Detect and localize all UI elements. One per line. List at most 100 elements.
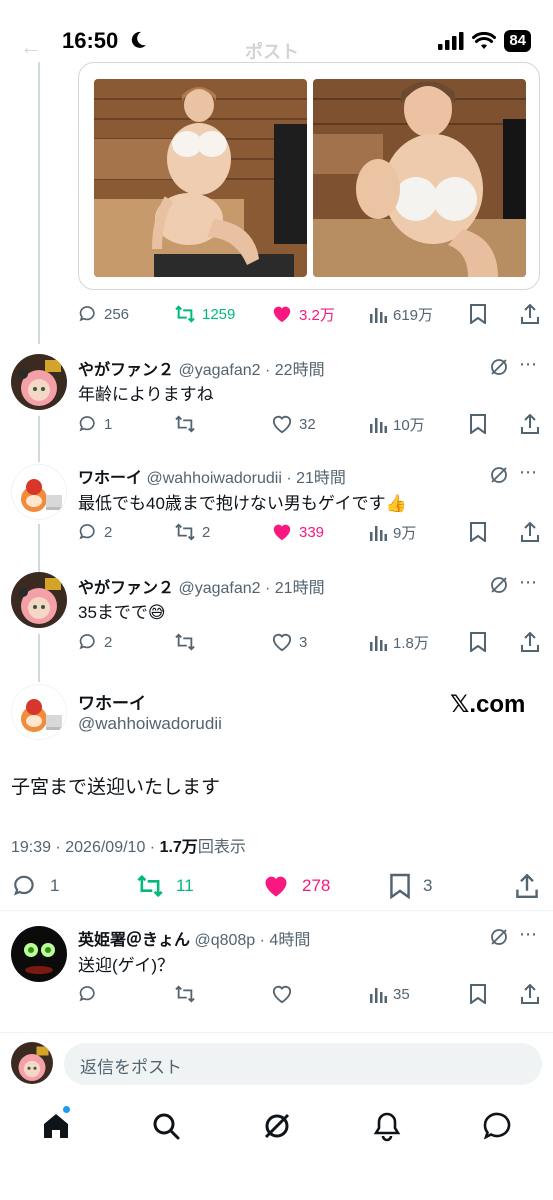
handle[interactable]: @yagafan2 [178,580,260,597]
display-name[interactable]: 英姫署＠きょん [78,932,190,949]
display-name[interactable]: ワホーイ [78,470,142,487]
repost-arrows-icon [137,874,163,898]
avatar[interactable] [11,572,67,628]
views-button[interactable]: 1.8万 [369,629,429,655]
more-dots-icon[interactable]: ⋯ [519,572,538,593]
reply-button[interactable]: 256 [78,301,129,327]
reply-compose-input[interactable]: 返信をポスト [64,1043,542,1085]
repost-button[interactable] [174,411,196,437]
grok-icon[interactable] [489,357,509,377]
share-upload-icon [521,632,539,652]
like-button[interactable]: 3.2万 [271,301,335,327]
share-button[interactable] [520,629,540,655]
bookmark-button[interactable]: 3 [389,871,432,901]
repost-arrows-icon [175,633,195,651]
search-icon[interactable] [150,1110,182,1142]
views-button[interactable]: 10万 [369,411,425,437]
grok-icon[interactable] [489,575,509,595]
main-post-handle[interactable]: @wahhoiwadorudii [78,714,222,734]
attached-photo[interactable] [313,79,526,277]
reply-count: 1 [50,876,60,895]
main-post-action-bar: 1 11 278 3 [0,871,553,901]
avatar[interactable] [11,926,67,982]
like-count: 278 [302,876,331,895]
reply-button[interactable]: 1 [12,871,59,901]
messages-icon[interactable] [481,1110,513,1142]
like-button[interactable]: 32 [271,411,316,437]
speech-bubble-icon [79,986,95,1002]
reply-button[interactable]: 2 [78,629,112,655]
bookmark-button[interactable] [469,629,487,655]
like-button[interactable]: 3 [271,629,307,655]
like-button[interactable]: 339 [271,519,324,545]
back-arrow-icon[interactable]: ← [20,34,42,60]
share-upload-icon [521,522,539,542]
reply-text-body: 最低でも40歳まで抱けない男もゲイです [78,494,386,513]
speech-bubble-icon [79,634,95,650]
repost-button[interactable]: 2 [174,519,210,545]
views-button[interactable]: 9万 [369,519,416,545]
share-button[interactable] [520,981,540,1007]
bell-icon[interactable] [371,1110,403,1142]
grok-icon[interactable] [261,1110,293,1142]
grok-icon[interactable] [489,927,509,947]
main-post-display-name[interactable]: ワホーイ [78,689,146,714]
main-post-avatar[interactable] [11,684,67,740]
my-avatar[interactable] [11,1042,53,1084]
more-dots-icon[interactable]: ⋯ [519,924,538,945]
like-button[interactable]: 278 [262,871,330,901]
handle[interactable]: @yagafan2 [178,362,260,379]
more-dots-icon[interactable]: ⋯ [519,462,538,483]
avatar[interactable] [11,464,67,520]
bookmark-icon [470,632,486,652]
share-button[interactable] [520,519,540,545]
views-button[interactable]: 35 [369,981,410,1007]
display-name[interactable]: やがファン２ [78,362,174,379]
bookmark-button[interactable] [469,981,487,1007]
like-button[interactable] [271,981,293,1007]
share-button[interactable] [520,301,540,327]
handle[interactable]: @q808p [194,932,255,949]
heart-icon [272,633,292,652]
media-card[interactable] [78,62,540,290]
reply-item[interactable]: 英姫署＠きょん @q808p · 4時間 ⋯ 送迎(ゲイ)？ 35 [0,916,553,1026]
reply-count: 256 [104,305,130,323]
repost-button[interactable]: 1259 [174,301,235,327]
battery-indicator: 84 [504,30,531,52]
bookmark-button[interactable] [469,301,487,327]
view-count: 9万 [393,524,417,542]
display-name[interactable]: やがファン２ [78,580,174,597]
bar-chart-icon [370,418,387,433]
share-button[interactable] [515,871,539,901]
home-icon[interactable] [40,1110,72,1142]
bookmark-button[interactable] [469,519,487,545]
reply-action-bar: 2 2 339 9万 [0,519,553,545]
x-logo-watermark: 𝕏.com [450,691,526,718]
reply-item[interactable]: ワホーイ @wahhoiwadorudii · 21時間 ⋯ 最低でも40歳まで… [0,454,553,554]
reply-text: 35までで😅 [78,598,166,623]
handle[interactable]: @wahhoiwadorudii [146,470,281,487]
post-view-label: 回表示 [197,839,246,856]
repost-button[interactable] [174,629,196,655]
avatar[interactable] [11,354,67,410]
repost-button[interactable] [174,981,196,1007]
reply-action-bar: 2 3 1.8万 [0,629,553,655]
reply-item[interactable]: やがファン２ @yagafan2 · 21時間 ⋯ 35までで😅 2 3 1.8… [0,564,553,664]
attached-photo[interactable] [94,79,307,277]
reply-button[interactable]: 1 [78,411,112,437]
reply-button[interactable] [78,981,98,1007]
bar-chart-icon [370,636,387,651]
bookmark-button[interactable] [469,411,487,437]
reply-button[interactable]: 2 [78,519,112,545]
share-button[interactable] [520,411,540,437]
heart-icon [273,306,291,323]
heart-icon [272,415,292,434]
reply-count: 2 [104,523,113,541]
reply-item[interactable]: やがファン２ @yagafan2 · 22時間 ⋯ 年齢によりますね 1 32 … [0,346,553,446]
more-dots-icon[interactable]: ⋯ [519,354,538,375]
moon-icon [131,31,146,48]
grok-icon[interactable] [489,465,509,485]
views-button[interactable]: 619万 [369,301,433,327]
repost-button[interactable]: 11 [136,871,194,901]
speech-bubble-icon [79,306,95,322]
